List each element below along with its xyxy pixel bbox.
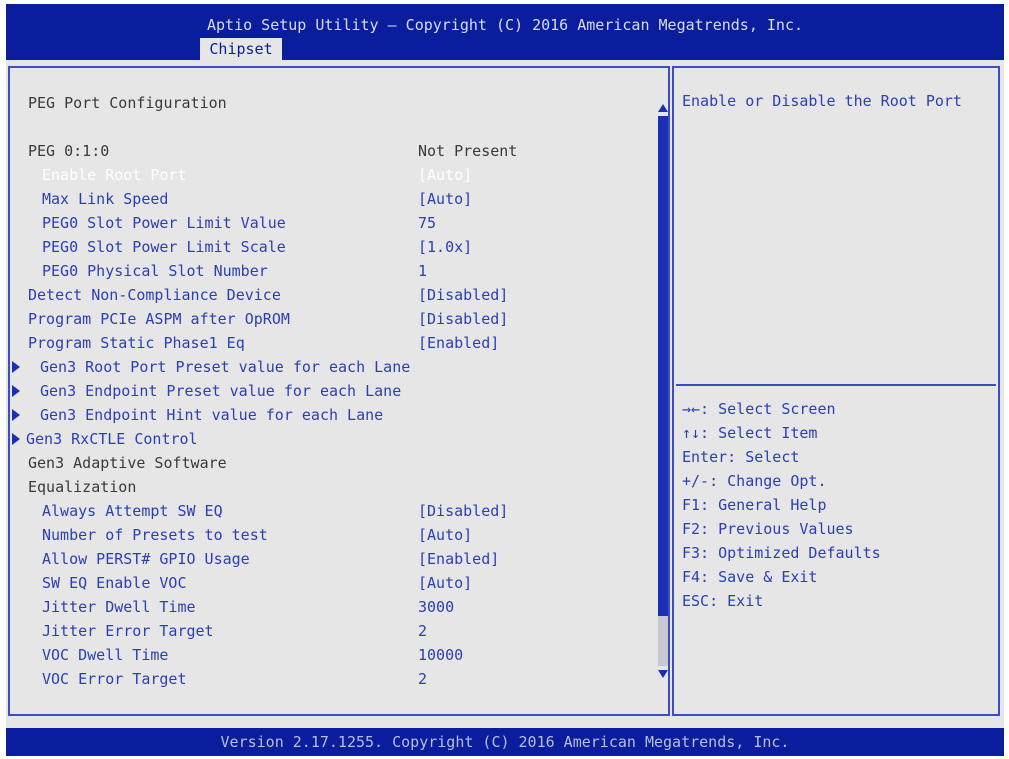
slot-power-limit-scale-row[interactable]: PEG0 Slot Power Limit Scale [1.0x] — [28, 236, 648, 258]
scrollbar-thumb[interactable] — [658, 116, 668, 616]
setting-value[interactable]: [Disabled] — [418, 284, 508, 306]
setting-label: Number of Presets to test — [42, 526, 268, 544]
submenu-arrow-icon — [12, 385, 20, 397]
key-hint-previous-values: F2: Previous Values — [682, 520, 854, 538]
sw-eq-enable-voc-row[interactable]: SW EQ Enable VOC [Auto] — [28, 572, 648, 594]
key-hint-save-exit: F4: Save & Exit — [682, 568, 818, 586]
peg-port-status-row: PEG 0:1:0 Not Present — [28, 140, 648, 162]
setting-value[interactable]: [Disabled] — [418, 500, 508, 522]
detect-non-compliance-row[interactable]: Detect Non-Compliance Device [Disabled] — [28, 284, 648, 306]
setting-value[interactable]: [Disabled] — [418, 308, 508, 330]
jitter-error-target-row[interactable]: Jitter Error Target 2 — [28, 620, 648, 642]
setting-value: Not Present — [418, 142, 518, 160]
jitter-dwell-time-row[interactable]: Jitter Dwell Time 3000 — [28, 596, 648, 618]
submenu-arrow-icon — [12, 409, 20, 421]
setting-value[interactable]: [Enabled] — [418, 332, 499, 354]
setting-label: SW EQ Enable VOC — [42, 574, 187, 592]
submenu-endpoint-preset[interactable]: Gen3 Endpoint Preset value for each Lane — [40, 380, 401, 402]
setting-label: Enable Root Port — [42, 166, 187, 184]
setting-value[interactable]: 75 — [418, 212, 436, 234]
setting-value[interactable]: 10000 — [418, 644, 463, 666]
adaptive-heading-line2: Equalization — [28, 478, 137, 496]
voc-error-target-row[interactable]: VOC Error Target 2 — [28, 668, 648, 690]
setting-value[interactable]: 2 — [418, 668, 427, 690]
setting-label: Program Static Phase1 Eq — [28, 334, 245, 352]
setting-label: PEG0 Physical Slot Number — [42, 262, 268, 280]
setting-label: VOC Error Target — [42, 670, 187, 688]
setting-label: PEG0 Slot Power Limit Scale — [42, 238, 286, 256]
setting-label: PEG 0:1:0 — [28, 142, 110, 160]
allow-perst-gpio-row[interactable]: Allow PERST# GPIO Usage [Enabled] — [28, 548, 648, 570]
setting-label: VOC Dwell Time — [42, 646, 169, 664]
setting-label: Max Link Speed — [42, 190, 169, 208]
physical-slot-number-row[interactable]: PEG0 Physical Slot Number 1 — [28, 260, 648, 282]
submenu-endpoint-hint[interactable]: Gen3 Endpoint Hint value for each Lane — [40, 404, 383, 426]
enable-root-port-row[interactable]: Enable Root Port [Auto] — [28, 164, 648, 186]
key-hint-exit: ESC: Exit — [682, 592, 764, 610]
key-hint-optimized-defaults: F3: Optimized Defaults — [682, 544, 881, 562]
setting-value[interactable]: 3000 — [418, 596, 454, 618]
key-hint-select-screen: →←: Select Screen — [682, 400, 836, 418]
tab-chipset[interactable]: Chipset — [200, 38, 282, 60]
always-attempt-sw-eq-row[interactable]: Always Attempt SW EQ [Disabled] — [28, 500, 648, 522]
main-area: PEG Port Configuration PEG 0:1:0 Not Pre… — [6, 60, 1004, 728]
submenu-arrow-icon — [12, 433, 20, 445]
setting-value[interactable]: 1 — [418, 260, 427, 282]
number-of-presets-row[interactable]: Number of Presets to test [Auto] — [28, 524, 648, 546]
key-hint-enter: Enter: Select — [682, 448, 800, 466]
help-divider — [676, 384, 996, 386]
setting-value[interactable]: [Auto] — [418, 188, 472, 210]
help-description: Enable or Disable the Root Port — [682, 92, 962, 110]
setting-label: Detect Non-Compliance Device — [28, 286, 281, 304]
bios-window: Aptio Setup Utility – Copyright (C) 2016… — [6, 4, 1004, 756]
utility-title: Aptio Setup Utility – Copyright (C) 2016… — [206, 16, 804, 34]
key-hint-change-opt: +/-: Change Opt. — [682, 472, 827, 490]
submenu-arrow-icon — [12, 361, 20, 373]
max-link-speed-row[interactable]: Max Link Speed [Auto] — [28, 188, 648, 210]
setting-value[interactable]: [Auto] — [418, 572, 472, 594]
title-bar: Aptio Setup Utility – Copyright (C) 2016… — [6, 4, 1004, 60]
help-panel: Enable or Disable the Root Port →←: Sele… — [672, 66, 1000, 716]
setting-label: Jitter Error Target — [42, 622, 214, 640]
adaptive-heading-line1: Gen3 Adaptive Software — [28, 454, 227, 472]
setting-label: Always Attempt SW EQ — [42, 502, 223, 520]
scroll-up-arrow-icon[interactable] — [658, 104, 668, 112]
setting-label: PEG0 Slot Power Limit Value — [42, 214, 286, 232]
setting-label: Allow PERST# GPIO Usage — [42, 550, 250, 568]
voc-dwell-time-row[interactable]: VOC Dwell Time 10000 — [28, 644, 648, 666]
setting-value[interactable]: [Enabled] — [418, 548, 499, 570]
slot-power-limit-value-row[interactable]: PEG0 Slot Power Limit Value 75 — [28, 212, 648, 234]
setting-value[interactable]: [Auto] — [418, 524, 472, 546]
setting-value[interactable]: [1.0x] — [418, 236, 472, 258]
key-hint-select-item: ↑↓: Select Item — [682, 424, 818, 442]
setting-value[interactable]: [Auto] — [418, 164, 472, 186]
setting-label: Jitter Dwell Time — [42, 598, 196, 616]
settings-panel: PEG Port Configuration PEG 0:1:0 Not Pre… — [8, 66, 670, 716]
setting-value[interactable]: 2 — [418, 620, 427, 642]
scroll-down-arrow-icon[interactable] — [658, 670, 668, 678]
setting-label: Program PCIe ASPM after OpROM — [28, 310, 290, 328]
submenu-rxctle-control[interactable]: Gen3 RxCTLE Control — [26, 428, 198, 450]
section-title: PEG Port Configuration — [28, 94, 227, 112]
program-aspm-row[interactable]: Program PCIe ASPM after OpROM [Disabled] — [28, 308, 648, 330]
static-phase1-eq-row[interactable]: Program Static Phase1 Eq [Enabled] — [28, 332, 648, 354]
version-footer: Version 2.17.1255. Copyright (C) 2016 Am… — [6, 728, 1004, 756]
key-hint-general-help: F1: General Help — [682, 496, 827, 514]
submenu-root-port-preset[interactable]: Gen3 Root Port Preset value for each Lan… — [40, 356, 410, 378]
